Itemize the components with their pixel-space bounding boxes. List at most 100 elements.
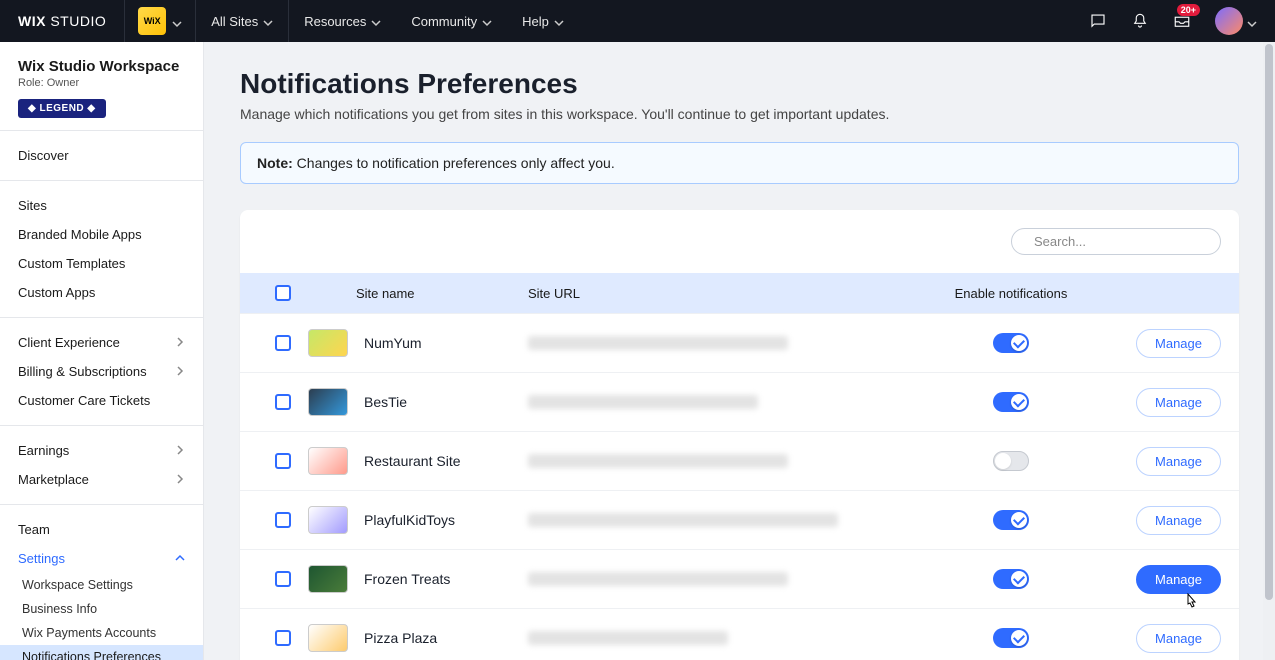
enable-toggle[interactable] <box>993 451 1029 471</box>
site-thumbnail <box>308 329 348 357</box>
page-title: Notifications Preferences <box>240 68 1239 100</box>
col-site-url: Site URL <box>528 286 921 301</box>
row-checkbox[interactable] <box>275 571 291 587</box>
site-name: NumYum <box>364 335 422 351</box>
row-checkbox[interactable] <box>275 630 291 646</box>
nav-community[interactable]: Community <box>396 0 507 42</box>
account-menu[interactable] <box>1203 0 1265 42</box>
table-row: NumYum Manage <box>240 313 1239 372</box>
workspace-header: Wix Studio Workspace Role: Owner ◆ LEGEN… <box>0 42 203 130</box>
sites-table-card: Site name Site URL Enable notifications … <box>240 210 1239 660</box>
info-note: Note: Changes to notification preference… <box>240 142 1239 184</box>
sidebar-item[interactable]: Custom Apps <box>0 278 203 307</box>
site-name: BesTie <box>364 394 407 410</box>
site-url-redacted <box>528 513 838 527</box>
bell-icon[interactable] <box>1119 0 1161 42</box>
chat-icon[interactable] <box>1077 0 1119 42</box>
site-url-redacted <box>528 454 788 468</box>
main-content: Notifications Preferences Manage which n… <box>204 42 1275 660</box>
avatar <box>1215 7 1243 35</box>
sidebar-item[interactable]: Marketplace <box>0 465 203 494</box>
page-subtitle: Manage which notifications you get from … <box>240 106 1239 122</box>
row-checkbox[interactable] <box>275 453 291 469</box>
manage-button[interactable]: Manage <box>1136 329 1221 358</box>
nav-resources[interactable]: Resources <box>289 0 396 42</box>
sidebar-item[interactable]: Client Experience <box>0 328 203 357</box>
site-name: Pizza Plaza <box>364 630 437 646</box>
top-bar: WIX STUDIO WiX All Sites Resources Commu… <box>0 0 1275 42</box>
sidebar-item[interactable]: Customer Care Tickets <box>0 386 203 415</box>
table-toolbar <box>240 210 1239 273</box>
scrollbar-thumb[interactable] <box>1265 44 1273 600</box>
chevron-right-icon <box>175 472 185 487</box>
site-name: Restaurant Site <box>364 453 461 469</box>
table-row: Pizza Plaza Manage <box>240 608 1239 660</box>
sidebar-item-team[interactable]: Team <box>0 515 203 544</box>
nav-help[interactable]: Help <box>507 0 579 42</box>
chevron-right-icon <box>175 364 185 379</box>
chevron-up-icon <box>175 551 185 566</box>
row-checkbox[interactable] <box>275 394 291 410</box>
sidebar-item[interactable]: Custom Templates <box>0 249 203 278</box>
col-site-name: Site name <box>308 286 528 301</box>
manage-button[interactable]: Manage <box>1136 447 1221 476</box>
enable-toggle[interactable] <box>993 333 1029 353</box>
site-thumbnail <box>308 565 348 593</box>
chevron-right-icon <box>175 335 185 350</box>
legend-badge: ◆ LEGEND ◆ <box>18 99 106 118</box>
search-input[interactable] <box>1034 234 1210 249</box>
inbox-icon[interactable]: 20+ <box>1161 0 1203 42</box>
site-thumbnail <box>308 506 348 534</box>
brand-logo: WIX STUDIO <box>0 0 124 42</box>
inbox-badge: 20+ <box>1177 4 1200 16</box>
chevron-right-icon <box>175 443 185 458</box>
enable-toggle[interactable] <box>993 628 1029 648</box>
brand-sub: STUDIO <box>50 13 106 29</box>
search-box[interactable] <box>1011 228 1221 255</box>
site-url-redacted <box>528 572 788 586</box>
sidebar: Wix Studio Workspace Role: Owner ◆ LEGEN… <box>0 42 204 660</box>
site-name: Frozen Treats <box>364 571 450 587</box>
site-name: PlayfulKidToys <box>364 512 455 528</box>
sidebar-item[interactable]: Branded Mobile Apps <box>0 220 203 249</box>
sidebar-subitem[interactable]: Notifications Preferences <box>0 645 203 660</box>
chevron-down-icon <box>263 16 273 26</box>
row-checkbox[interactable] <box>275 512 291 528</box>
site-thumbnail <box>308 624 348 652</box>
table-row: Restaurant Site Manage <box>240 431 1239 490</box>
manage-button[interactable]: Manage <box>1136 388 1221 417</box>
site-url-redacted <box>528 631 728 645</box>
sidebar-item-discover[interactable]: Discover <box>0 141 203 170</box>
sidebar-subitem[interactable]: Wix Payments Accounts <box>0 621 203 645</box>
note-prefix: Note: <box>257 155 293 171</box>
table-row: BesTie Manage <box>240 372 1239 431</box>
enable-toggle[interactable] <box>993 569 1029 589</box>
manage-button[interactable]: Manage <box>1136 565 1221 594</box>
site-url-redacted <box>528 336 788 350</box>
sidebar-subitem[interactable]: Workspace Settings <box>0 573 203 597</box>
chevron-down-icon <box>1247 16 1257 26</box>
col-enable: Enable notifications <box>921 286 1101 301</box>
table-header: Site name Site URL Enable notifications <box>240 273 1239 313</box>
app-switcher[interactable]: WiX <box>124 0 196 42</box>
manage-button[interactable]: Manage <box>1136 624 1221 653</box>
top-nav: All Sites Resources Community Help <box>196 0 579 42</box>
select-all-checkbox[interactable] <box>275 285 291 301</box>
manage-button[interactable]: Manage <box>1136 506 1221 535</box>
nav-all-sites[interactable]: All Sites <box>196 0 289 42</box>
site-thumbnail <box>308 388 348 416</box>
sidebar-item[interactable]: Billing & Subscriptions <box>0 357 203 386</box>
table-row: Frozen Treats Manage <box>240 549 1239 608</box>
top-actions: 20+ <box>1077 0 1275 42</box>
site-thumbnail <box>308 447 348 475</box>
scrollbar[interactable] <box>1263 42 1275 660</box>
sidebar-item-settings[interactable]: Settings <box>0 544 203 573</box>
row-checkbox[interactable] <box>275 335 291 351</box>
enable-toggle[interactable] <box>993 510 1029 530</box>
brand-main: WIX <box>18 13 46 29</box>
sidebar-item[interactable]: Earnings <box>0 436 203 465</box>
chevron-down-icon <box>371 16 381 26</box>
sidebar-item[interactable]: Sites <box>0 191 203 220</box>
sidebar-subitem[interactable]: Business Info <box>0 597 203 621</box>
enable-toggle[interactable] <box>993 392 1029 412</box>
